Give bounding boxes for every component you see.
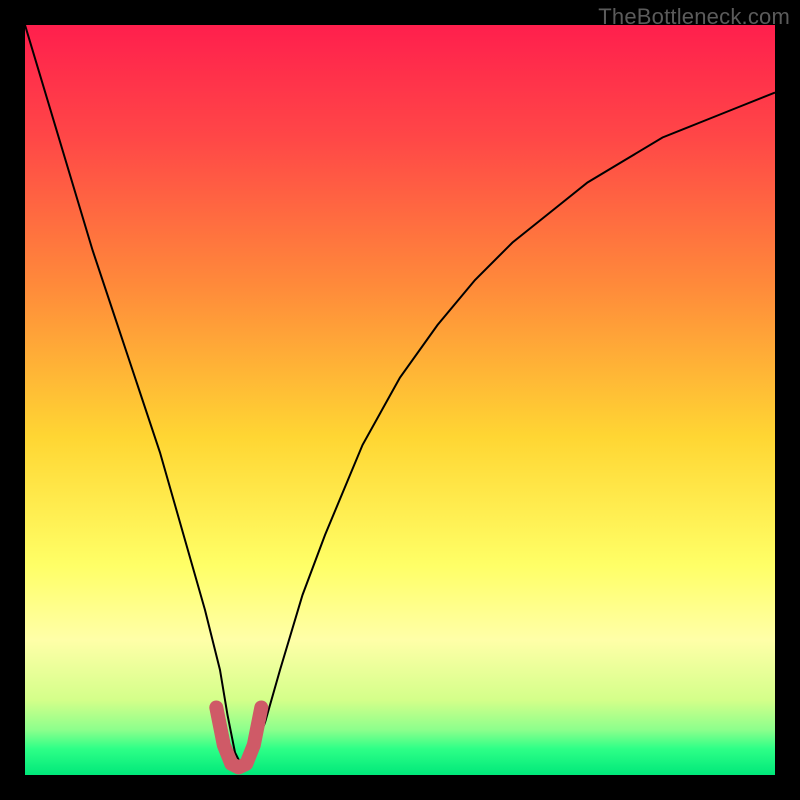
chart-canvas xyxy=(25,25,775,775)
chart-frame xyxy=(25,25,775,775)
